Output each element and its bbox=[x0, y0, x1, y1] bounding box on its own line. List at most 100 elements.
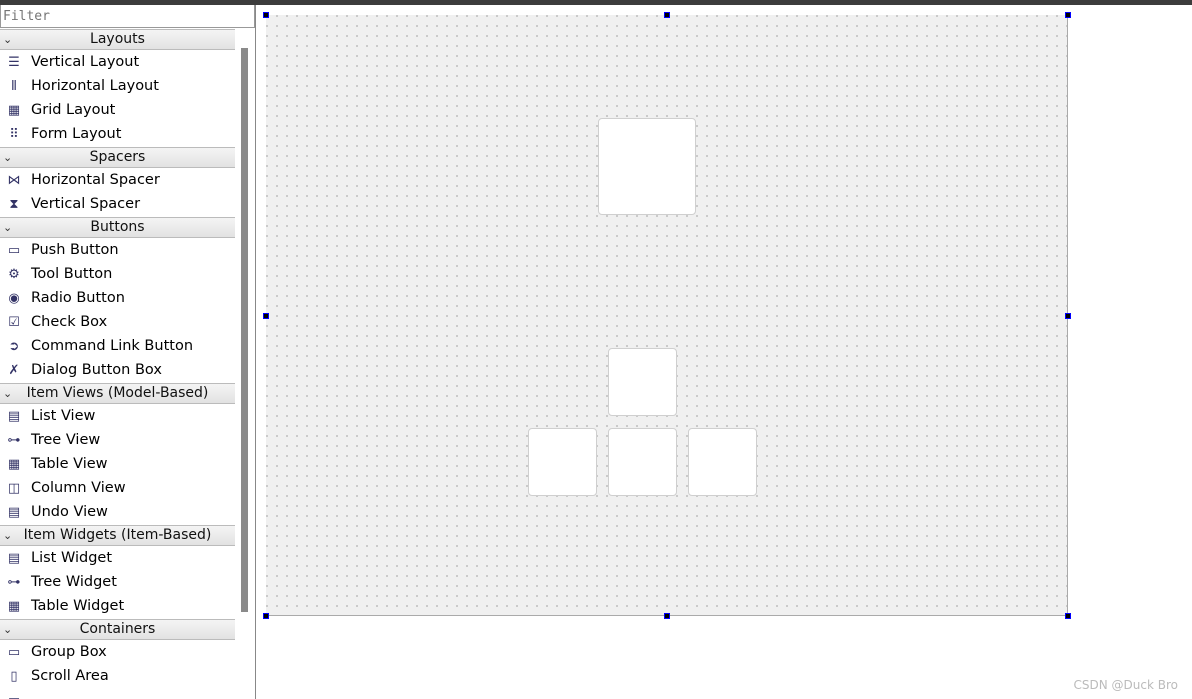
chevron-down-icon: ⌄ bbox=[3, 33, 13, 46]
resize-handle-top-left[interactable] bbox=[263, 12, 269, 18]
chevron-down-icon: ⌄ bbox=[3, 151, 13, 164]
widget-item[interactable]: ➲ Command Link Button bbox=[0, 334, 235, 358]
widget-item-label: Tree Widget bbox=[31, 574, 117, 590]
category-spacers[interactable]: ⌄ Spacers bbox=[0, 147, 235, 168]
widget-box-scrollbar[interactable] bbox=[235, 28, 255, 699]
scrollbar-thumb[interactable] bbox=[241, 48, 248, 612]
check-box-icon: ☑ bbox=[8, 314, 20, 330]
widget-item[interactable]: ▤ Undo View bbox=[0, 500, 235, 524]
category-buttons[interactable]: ⌄ Buttons bbox=[0, 217, 235, 238]
horizontal-spacer-icon: ⋈ bbox=[7, 172, 21, 188]
category-label: Buttons bbox=[90, 219, 145, 235]
form-canvas[interactable] bbox=[266, 15, 1068, 616]
filter-input[interactable] bbox=[0, 5, 255, 28]
tool-button-icon: ⚙ bbox=[8, 266, 20, 282]
widget-item[interactable]: ▤ List View bbox=[0, 404, 235, 428]
widget-item[interactable]: ▦ Table View bbox=[0, 452, 235, 476]
widget-item[interactable]: ☑ Check Box bbox=[0, 310, 235, 334]
resize-handle-bottom[interactable] bbox=[664, 613, 670, 619]
column-view-icon: ◫ bbox=[7, 480, 21, 496]
chevron-down-icon: ⌄ bbox=[3, 623, 13, 636]
scroll-area-icon: ▯ bbox=[10, 668, 18, 684]
widget-item-label: Form Layout bbox=[31, 126, 122, 142]
widget-center[interactable] bbox=[608, 428, 677, 496]
widget-item[interactable]: ⚙ Tool Button bbox=[0, 262, 235, 286]
widget-item[interactable]: ▦ Table Widget bbox=[0, 594, 235, 618]
widget-box: ⌄ Layouts ☰ Vertical Layout ⦀ Horizontal Layo… bbox=[0, 28, 235, 699]
watermark: CSDN @Duck Bro bbox=[1073, 678, 1178, 692]
widget-item[interactable]: ▭ bbox=[0, 688, 235, 699]
chevron-down-icon: ⌄ bbox=[3, 221, 13, 234]
tree-widget-icon: ⊶ bbox=[7, 574, 21, 590]
category-layouts[interactable]: ⌄ Layouts bbox=[0, 29, 235, 50]
widget-item[interactable]: ⧗ Vertical Spacer bbox=[0, 192, 235, 216]
resize-handle-left[interactable] bbox=[263, 313, 269, 319]
widget-item-label: Vertical Layout bbox=[31, 54, 140, 70]
widget-item[interactable]: ⠿ Form Layout bbox=[0, 122, 235, 146]
category-containers[interactable]: ⌄ Containers bbox=[0, 619, 235, 640]
resize-handle-bottom-right[interactable] bbox=[1065, 613, 1071, 619]
form-layout-icon: ⠿ bbox=[9, 126, 19, 142]
widget-item[interactable]: ☰ Vertical Layout bbox=[0, 50, 235, 74]
widget-item[interactable]: ⦀ Horizontal Layout bbox=[0, 74, 235, 98]
dialog-button-box-icon: ✗ bbox=[8, 362, 20, 378]
widget-item[interactable]: ✗ Dialog Button Box bbox=[0, 358, 235, 382]
widget-item-label: Undo View bbox=[31, 504, 108, 520]
widget-item[interactable]: ◉ Radio Button bbox=[0, 286, 235, 310]
widget-item[interactable]: ▭ Push Button bbox=[0, 238, 235, 262]
category-label: Item Widgets (Item-Based) bbox=[23, 527, 212, 543]
resize-handle-top[interactable] bbox=[664, 12, 670, 18]
widget-item[interactable]: ▭ Group Box bbox=[0, 640, 235, 664]
widget-item-label: List View bbox=[31, 408, 96, 424]
widget-item-label: Vertical Spacer bbox=[31, 196, 141, 212]
table-widget-icon: ▦ bbox=[7, 598, 21, 614]
widget-item-label: Tool Button bbox=[31, 266, 113, 282]
category-label: Spacers bbox=[89, 149, 146, 165]
category-label: Containers bbox=[79, 621, 156, 637]
table-view-icon: ▦ bbox=[7, 456, 21, 472]
widget-item-label: List Widget bbox=[31, 550, 113, 566]
widget-item[interactable]: ◫ Column View bbox=[0, 476, 235, 500]
resize-handle-right[interactable] bbox=[1065, 313, 1071, 319]
widget-item-label: Radio Button bbox=[31, 290, 125, 306]
list-view-icon: ▤ bbox=[7, 408, 21, 424]
tree-view-icon: ⊶ bbox=[7, 432, 21, 448]
divider bbox=[255, 5, 256, 699]
push-button-icon: ▭ bbox=[7, 242, 21, 258]
resize-handle-bottom-left[interactable] bbox=[263, 613, 269, 619]
list-widget-icon: ▤ bbox=[7, 550, 21, 566]
widget-up[interactable] bbox=[608, 348, 677, 416]
widget-item-label: Horizontal Spacer bbox=[31, 172, 160, 188]
category-item-views-model-based[interactable]: ⌄ Item Views (Model-Based) bbox=[0, 383, 235, 404]
widget-top[interactable] bbox=[598, 118, 696, 215]
vertical-spacer-icon: ⧗ bbox=[9, 196, 19, 212]
widget-item-label: Check Box bbox=[31, 314, 108, 330]
widget-item-label: Push Button bbox=[31, 242, 119, 258]
vertical-layout-icon: ☰ bbox=[8, 54, 20, 70]
widget-item[interactable]: ⊶ Tree View bbox=[0, 428, 235, 452]
radio-button-icon: ◉ bbox=[8, 290, 20, 306]
widget-item-label: Command Link Button bbox=[31, 338, 194, 354]
category-label: Item Views (Model-Based) bbox=[26, 385, 209, 401]
widget-item-label: Scroll Area bbox=[31, 668, 109, 684]
widget-item-label: Table View bbox=[31, 456, 108, 472]
category-label: Layouts bbox=[90, 31, 145, 47]
widget-item-label: Dialog Button Box bbox=[31, 362, 162, 378]
widget-right[interactable] bbox=[688, 428, 757, 496]
chevron-down-icon: ⌄ bbox=[3, 529, 13, 542]
widget-item-label: Table Widget bbox=[31, 598, 125, 614]
widget-item[interactable]: ▦ Grid Layout bbox=[0, 98, 235, 122]
command-link-icon: ➲ bbox=[8, 338, 20, 354]
undo-view-icon: ▤ bbox=[7, 504, 21, 520]
widget-item-label: Column View bbox=[31, 480, 126, 496]
resize-handle-top-right[interactable] bbox=[1065, 12, 1071, 18]
widget-item-label: Tree View bbox=[31, 432, 101, 448]
horizontal-layout-icon: ⦀ bbox=[11, 78, 17, 94]
widget-item[interactable]: ⋈ Horizontal Spacer bbox=[0, 168, 235, 192]
widget-item[interactable]: ⊶ Tree Widget bbox=[0, 570, 235, 594]
widget-item[interactable]: ▯ Scroll Area bbox=[0, 664, 235, 688]
tool-box-icon: ▭ bbox=[4, 691, 24, 699]
widget-item[interactable]: ▤ List Widget bbox=[0, 546, 235, 570]
widget-left[interactable] bbox=[528, 428, 597, 496]
category-item-widgets-item-based[interactable]: ⌄ Item Widgets (Item-Based) bbox=[0, 525, 235, 546]
